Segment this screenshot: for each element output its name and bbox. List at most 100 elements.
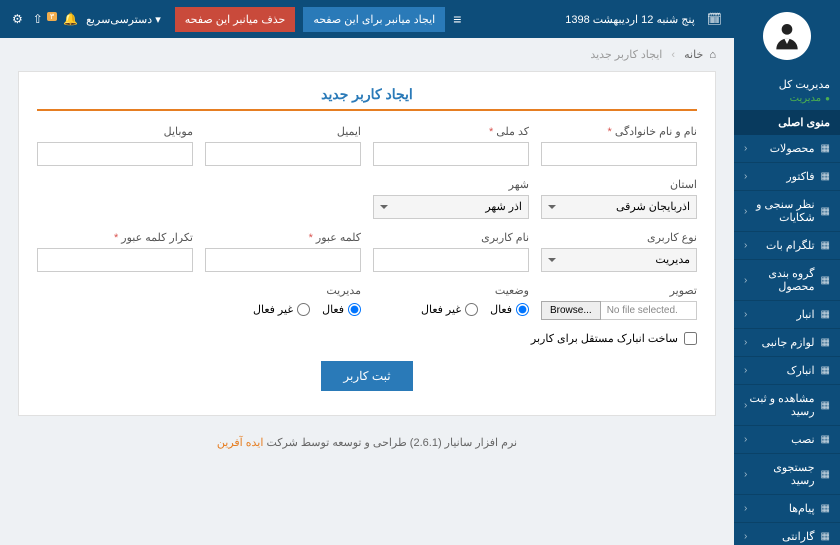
- sidebar: مدیریت کل مدیریت منوی اصلی ▦ محصولات ‹ ▦ فاک…: [734, 0, 840, 545]
- sidebar-item-9[interactable]: ▦ نصب ‹: [734, 426, 840, 454]
- chevron-left-icon: ‹: [744, 143, 747, 154]
- chevron-left-icon: ‹: [744, 275, 747, 286]
- chevron-left-icon: ‹: [744, 503, 747, 514]
- breadcrumb-home[interactable]: خانه: [684, 49, 703, 61]
- sidebar-item-label: پیام‌ها: [789, 502, 815, 515]
- username-input[interactable]: [373, 248, 529, 272]
- password-confirm-input[interactable]: [37, 248, 193, 272]
- sidebar-item-4[interactable]: ▦ گروه بندی محصول‹: [734, 260, 840, 301]
- main: 🗓 پنج شنبه 12 اردیبهشت 1398 ≡ ایجاد میان…: [0, 0, 734, 545]
- grid-icon: ▦: [821, 531, 830, 542]
- city-label: شهر: [373, 178, 529, 191]
- notif-badge: ۳: [47, 12, 57, 21]
- province-label: استان: [541, 178, 697, 191]
- status-inactive-radio[interactable]: غیر فعال: [421, 303, 478, 316]
- fullname-input[interactable]: [541, 142, 697, 166]
- bell-icon[interactable]: 🔔۳: [53, 12, 78, 26]
- hamburger-icon[interactable]: ≡: [453, 11, 461, 27]
- chevron-left-icon: ‹: [744, 240, 747, 251]
- sidebar-item-label: لوازم جانبی: [762, 336, 815, 349]
- grid-icon: ▦: [821, 434, 830, 445]
- admin-name: مدیریت کل: [734, 78, 840, 91]
- calendar-icon: 🗓: [707, 12, 722, 26]
- fullname-label: نام و نام خانوادگی*: [541, 125, 697, 138]
- username-label: نام کاربری: [373, 231, 529, 244]
- sidebar-item-11[interactable]: ▦ پیام‌ها ‹: [734, 495, 840, 523]
- sidebar-item-0[interactable]: ▦ محصولات ‹: [734, 135, 840, 163]
- file-selected-text: No file selected.: [601, 301, 697, 320]
- breadcrumb-current: ایجاد کاربر جدید: [590, 49, 662, 61]
- password-confirm-label: تکرار کلمه عبور*: [37, 231, 193, 244]
- sidebar-item-12[interactable]: ▦گارانتی‹: [734, 523, 840, 545]
- grid-icon: ▦: [821, 206, 830, 217]
- sidebar-item-6[interactable]: ▦لوازم جانبی‹: [734, 329, 840, 357]
- footer: نرم افزار سانیار (2.6.1) طراحی و توسعه ت…: [0, 428, 734, 457]
- management-inactive-radio[interactable]: غیر فعال: [253, 303, 310, 316]
- submit-button[interactable]: ثبت کاربر: [321, 361, 412, 391]
- user-type-select[interactable]: مدیریت: [541, 248, 697, 272]
- independent-warehouse-checkbox[interactable]: [684, 332, 697, 345]
- independent-warehouse-label: ساخت انبارک مستقل برای کاربر: [531, 332, 678, 345]
- sidebar-item-5[interactable]: ▦انبار‹: [734, 301, 840, 329]
- home-icon[interactable]: ⌂: [709, 49, 716, 61]
- national-id-label: کد ملی*: [373, 125, 529, 138]
- browse-button[interactable]: Browse...: [541, 301, 601, 320]
- admin-role: مدیریت: [734, 91, 840, 110]
- mobile-input[interactable]: [37, 142, 193, 166]
- user-type-label: نوع کاربری: [541, 231, 697, 244]
- chevron-left-icon: ‹: [744, 469, 747, 480]
- share-icon[interactable]: ⚙: [12, 12, 23, 26]
- sidebar-item-1[interactable]: ▦ فاکتور ‹: [734, 163, 840, 191]
- grid-icon: ▦: [821, 503, 830, 514]
- password-label: کلمه عبور*: [205, 231, 361, 244]
- chevron-left-icon: ‹: [744, 434, 747, 445]
- chevron-left-icon: ‹: [744, 400, 747, 411]
- sidebar-item-label: تلگرام بات: [766, 239, 815, 252]
- avatar-box: [734, 0, 840, 72]
- image-label: تصویر: [541, 284, 697, 297]
- sidebar-item-label: گارانتی: [782, 530, 815, 543]
- sidebar-item-label: نصب: [791, 433, 814, 446]
- sidebar-item-8[interactable]: ▦مشاهده و ثبت رسید‹: [734, 385, 840, 426]
- create-shortcut-button[interactable]: ایجاد میانبر برای این صفحه: [303, 7, 445, 32]
- grid-icon: ▦: [821, 171, 830, 182]
- province-select[interactable]: آذربایجان شرقی: [541, 195, 697, 219]
- sidebar-item-label: گروه بندی محصول: [747, 267, 814, 293]
- form-panel: ایجاد کاربر جدید نام و نام خانوادگی* کد …: [18, 71, 716, 416]
- menu-header: منوی اصلی: [734, 110, 840, 135]
- sidebar-item-label: مشاهده و ثبت رسید: [747, 392, 814, 418]
- email-label: ایمیل: [205, 125, 361, 138]
- grid-icon: ▦: [821, 469, 830, 480]
- avatar[interactable]: [763, 12, 811, 60]
- sidebar-item-7[interactable]: ▦انبارک‹: [734, 357, 840, 385]
- date-text: پنج شنبه 12 اردیبهشت 1398: [565, 13, 695, 26]
- management-active-radio[interactable]: فعال: [322, 303, 361, 316]
- sidebar-item-label: انبارک: [787, 364, 815, 377]
- chevron-left-icon: ‹: [744, 171, 747, 182]
- upload-icon[interactable]: ⇧: [33, 12, 43, 26]
- grid-icon: ▦: [821, 275, 830, 286]
- panel-title: ایجاد کاربر جدید: [37, 86, 697, 111]
- quick-access-link[interactable]: ▾ دسترسی‌سریع: [86, 13, 161, 26]
- status-active-radio[interactable]: فعال: [490, 303, 529, 316]
- breadcrumb: ⌂ خانه › ایجاد کاربر جدید: [0, 38, 734, 71]
- sidebar-item-10[interactable]: ▦ جستجوی رسید‹: [734, 454, 840, 495]
- city-select[interactable]: آذر شهر: [373, 195, 529, 219]
- grid-icon: ▦: [821, 143, 830, 154]
- national-id-input[interactable]: [373, 142, 529, 166]
- sidebar-item-2[interactable]: ▦نظر سنجی و شکایات‹: [734, 191, 840, 232]
- password-input[interactable]: [205, 248, 361, 272]
- management-label: مدیریت: [205, 284, 361, 297]
- delete-shortcut-button[interactable]: حذف میانبر این صفحه: [175, 7, 296, 32]
- sidebar-item-label: جستجوی رسید: [747, 461, 814, 487]
- mobile-label: موبایل: [37, 125, 193, 138]
- grid-icon: ▦: [821, 309, 830, 320]
- user-icon: [771, 20, 803, 52]
- status-label: وضعیت: [373, 284, 529, 297]
- email-input[interactable]: [205, 142, 361, 166]
- sidebar-item-label: فاکتور: [786, 170, 814, 183]
- chevron-left-icon: ‹: [744, 309, 747, 320]
- chevron-left-icon: ‹: [744, 206, 747, 217]
- sidebar-item-3[interactable]: ▦تلگرام بات‹: [734, 232, 840, 260]
- sidebar-item-label: محصولات: [770, 142, 815, 155]
